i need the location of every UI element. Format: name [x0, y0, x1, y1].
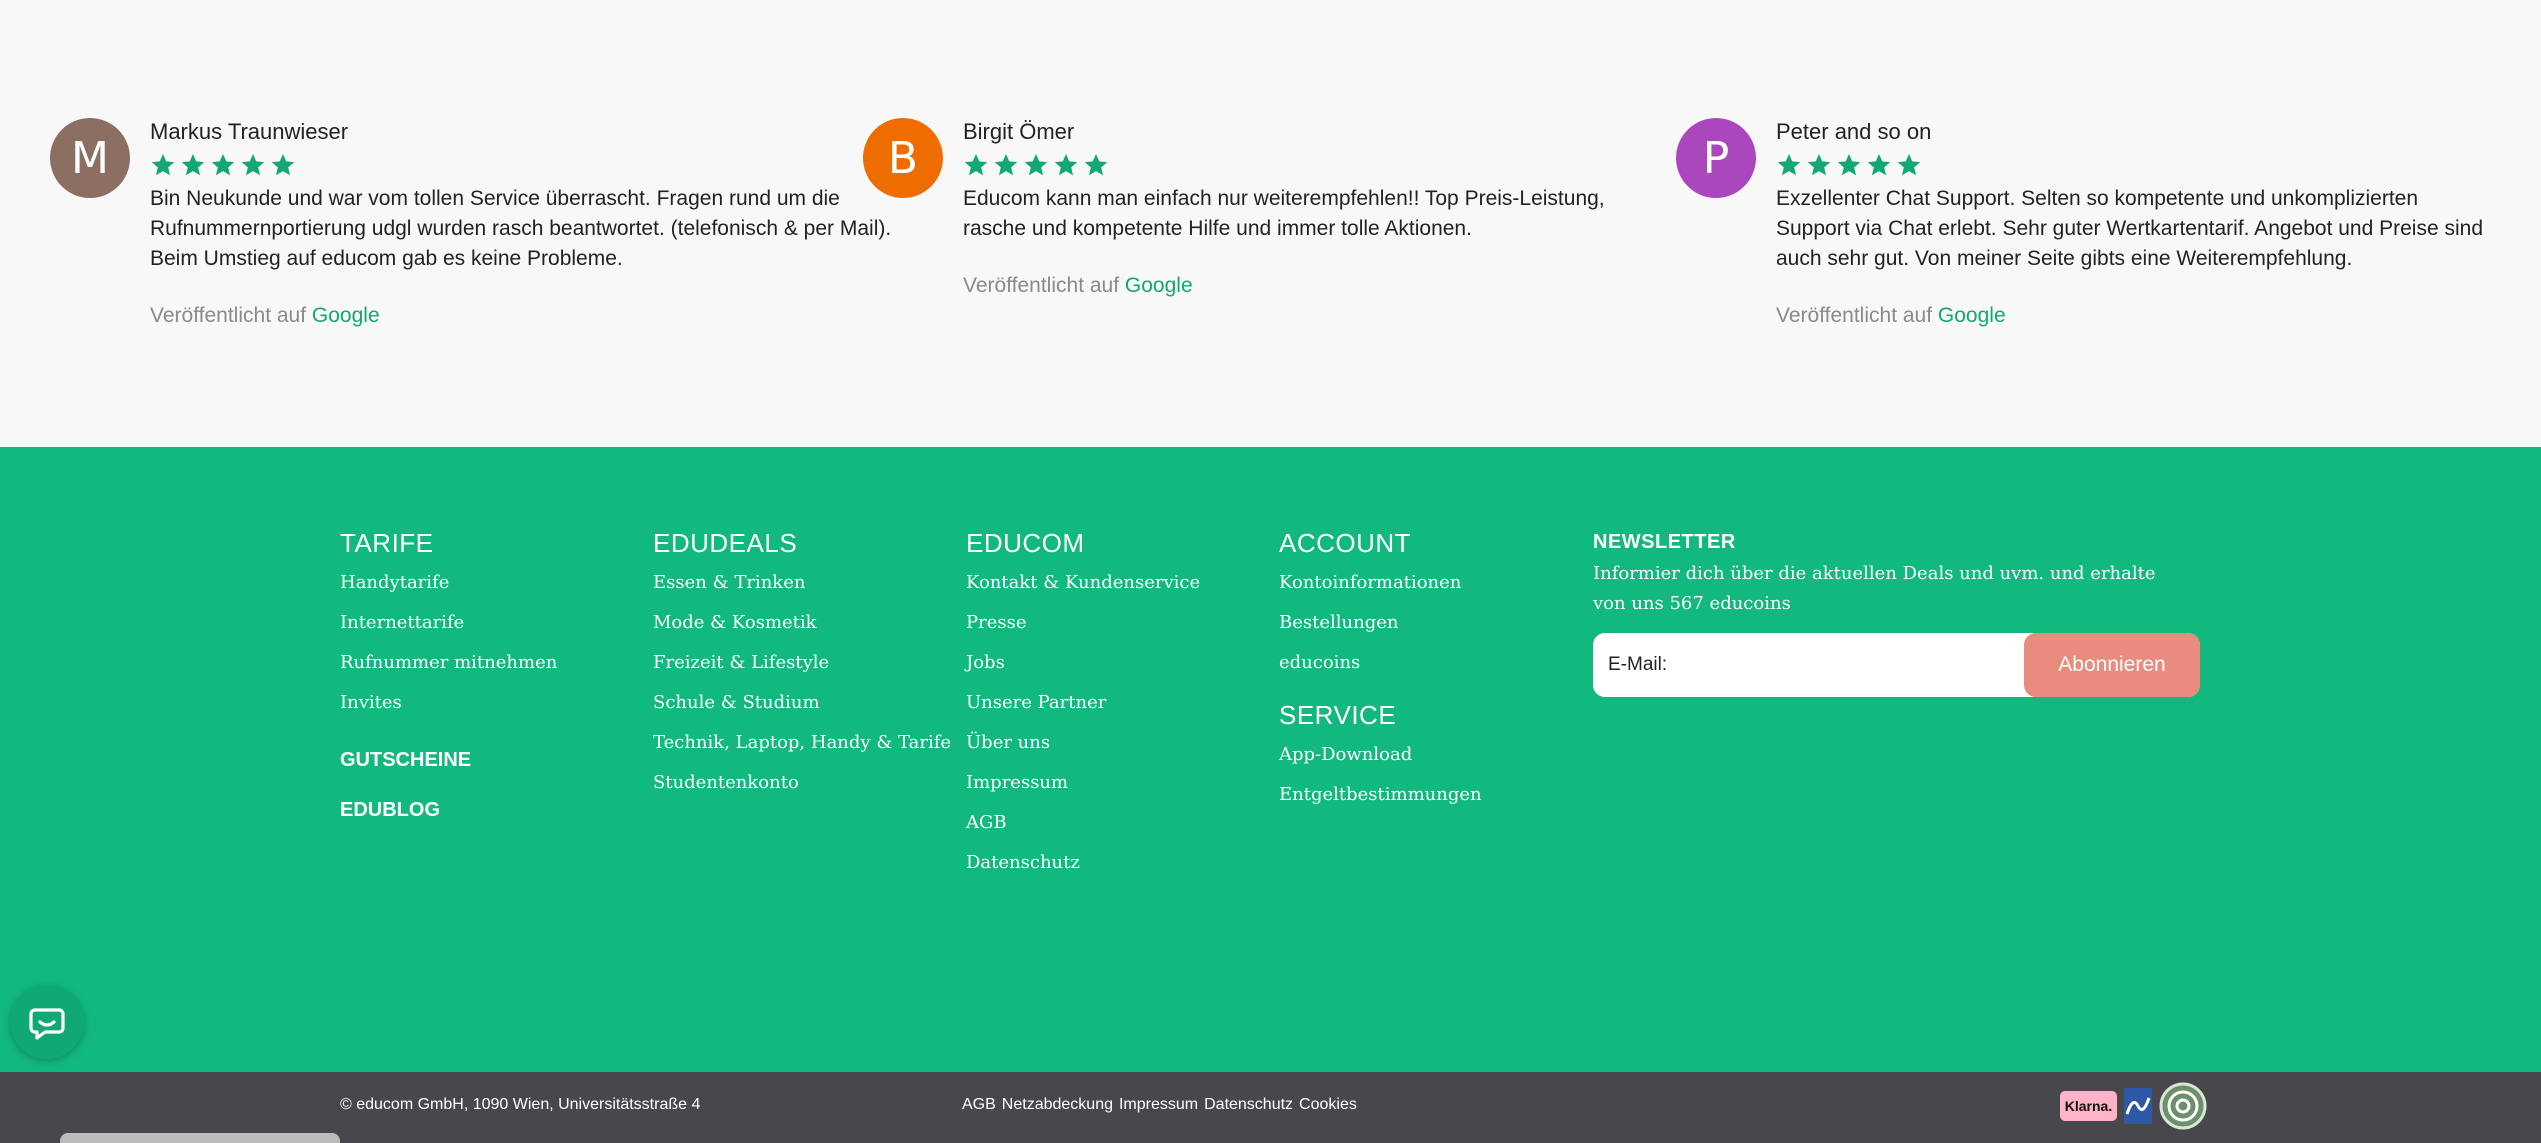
- footer-link-entgeltbestimmungen[interactable]: Entgeltbestimmungen: [1279, 775, 1482, 815]
- footer-link-studentenkonto[interactable]: Studentenkonto: [653, 763, 951, 803]
- newsletter-block: NEWSLETTER Informier dich über die aktue…: [1593, 527, 2203, 697]
- review-text: Bin Neukunde und war vom tollen Service …: [150, 187, 892, 270]
- footer-link-rufnummer-mitnehmen[interactable]: Rufnummer mitnehmen: [340, 643, 557, 683]
- footer-link-mode-kosmetik[interactable]: Mode & Kosmetik: [653, 603, 951, 643]
- legal-links: AGB Netzabdeckung Impressum Datenschutz …: [962, 1096, 1357, 1114]
- footer-heading: EDUCOM: [966, 528, 1085, 558]
- footer-col-tarife: TARIFE Handytarife Internettarife Rufnum…: [340, 527, 557, 825]
- rating-stars: [1776, 150, 2536, 180]
- footer-col-educom: EDUCOM Kontakt & Kundenservice Presse Jo…: [966, 527, 1200, 883]
- published-note: Veröffentlicht auf Google: [963, 274, 1193, 297]
- footer-col-account: ACCOUNT Kontoinformationen Bestellungen …: [1279, 527, 1482, 815]
- footer-link-jobs[interactable]: Jobs: [966, 643, 1200, 683]
- footer-link-edublog[interactable]: EDUBLOG: [340, 795, 557, 825]
- bottom-link-datenschutz[interactable]: Datenschutz: [1204, 1096, 1293, 1114]
- ecg-seal-icon: [2124, 1088, 2152, 1124]
- reviews-section: M Markus Traunwieser Bin Neukunde und wa…: [0, 0, 2541, 447]
- star-icon: [271, 153, 295, 176]
- star-icon: [1777, 153, 1801, 176]
- chat-bubble-icon: [29, 1008, 65, 1040]
- star-icon: [1837, 153, 1861, 176]
- payment-badges: Klarna.: [2060, 1082, 2207, 1130]
- footer-link-educoins[interactable]: educoins: [1279, 643, 1482, 683]
- cookie-tab[interactable]: [60, 1133, 340, 1143]
- reviewer-name: Peter and so on: [1776, 119, 1932, 144]
- footer-link-kontoinformationen[interactable]: Kontoinformationen: [1279, 563, 1482, 603]
- footer-heading: ACCOUNT: [1279, 528, 1412, 558]
- google-link[interactable]: Google: [312, 304, 380, 327]
- bottom-link-cookies[interactable]: Cookies: [1299, 1096, 1357, 1114]
- google-link[interactable]: Google: [1125, 274, 1193, 297]
- star-icon: [1084, 153, 1108, 176]
- star-icon: [181, 153, 205, 176]
- copyright-text: © educom GmbH, 1090 Wien, Universitätsst…: [340, 1096, 701, 1113]
- newsletter-text: Informier dich über die aktuellen Deals …: [1593, 563, 2156, 614]
- footer-heading: TARIFE: [340, 528, 434, 558]
- footer-heading: SERVICE: [1279, 700, 1397, 730]
- newsletter-form: Abonnieren: [1593, 633, 2200, 697]
- star-icon: [211, 153, 235, 176]
- avatar: M: [50, 118, 130, 198]
- star-icon: [1807, 153, 1831, 176]
- rating-stars: [150, 150, 910, 180]
- footer-link-bestellungen[interactable]: Bestellungen: [1279, 603, 1482, 643]
- klarna-logo: Klarna.: [2060, 1091, 2117, 1121]
- footer-link-partner[interactable]: Unsere Partner: [966, 683, 1200, 723]
- reviewer-name: Markus Traunwieser: [150, 119, 349, 144]
- review-text: Educom kann man einfach nur weiterempfeh…: [963, 187, 1605, 240]
- footer-link-presse[interactable]: Presse: [966, 603, 1200, 643]
- footer-link-ueber-uns[interactable]: Über uns: [966, 723, 1200, 763]
- footer-link-essen-trinken[interactable]: Essen & Trinken: [653, 563, 951, 603]
- footer-link-freizeit-lifestyle[interactable]: Freizeit & Lifestyle: [653, 643, 951, 683]
- email-field[interactable]: [1593, 633, 2023, 697]
- footer-link-kontakt[interactable]: Kontakt & Kundenservice: [966, 563, 1200, 603]
- site-footer: TARIFE Handytarife Internettarife Rufnum…: [0, 447, 2541, 1072]
- published-note: Veröffentlicht auf Google: [150, 304, 380, 327]
- certification-seal-icon: [2159, 1082, 2207, 1130]
- star-icon: [151, 153, 175, 176]
- bottom-link-impressum[interactable]: Impressum: [1119, 1096, 1198, 1114]
- star-icon: [1054, 153, 1078, 176]
- footer-col-edudeals: EDUDEALS Essen & Trinken Mode & Kosmetik…: [653, 527, 951, 803]
- rating-stars: [963, 150, 1723, 180]
- footer-heading: EDUDEALS: [653, 528, 798, 558]
- footer-link-schule-studium[interactable]: Schule & Studium: [653, 683, 951, 723]
- star-icon: [1024, 153, 1048, 176]
- footer-link-handytarife[interactable]: Handytarife: [340, 563, 557, 603]
- footer-link-agb[interactable]: AGB: [966, 803, 1200, 843]
- subscribe-button[interactable]: Abonnieren: [2024, 633, 2200, 697]
- footer-link-datenschutz[interactable]: Datenschutz: [966, 843, 1200, 883]
- footer-link-technik[interactable]: Technik, Laptop, Handy & Tarife: [653, 723, 951, 763]
- bottom-link-netzabdeckung[interactable]: Netzabdeckung: [1002, 1096, 1113, 1114]
- footer-link-impressum[interactable]: Impressum: [966, 763, 1200, 803]
- bottom-link-agb[interactable]: AGB: [962, 1096, 996, 1114]
- star-icon: [241, 153, 265, 176]
- review-text: Exzellenter Chat Support. Selten so komp…: [1776, 187, 2484, 270]
- star-icon: [964, 153, 988, 176]
- footer-link-internettarife[interactable]: Internettarife: [340, 603, 557, 643]
- footer-link-invites[interactable]: Invites: [340, 683, 557, 723]
- footer-link-app-download[interactable]: App-Download: [1279, 735, 1482, 775]
- avatar: B: [863, 118, 943, 198]
- bottom-bar: © educom GmbH, 1090 Wien, Universitätsst…: [0, 1072, 2541, 1143]
- chat-button[interactable]: [10, 985, 84, 1059]
- star-icon: [1897, 153, 1921, 176]
- footer-link-gutscheine[interactable]: GUTSCHEINE: [340, 745, 557, 775]
- star-icon: [994, 153, 1018, 176]
- google-link[interactable]: Google: [1938, 304, 2006, 327]
- published-note: Veröffentlicht auf Google: [1776, 304, 2006, 327]
- newsletter-heading: NEWSLETTER: [1593, 531, 1736, 553]
- reviewer-name: Birgit Ömer: [963, 119, 1075, 144]
- star-icon: [1867, 153, 1891, 176]
- avatar: P: [1676, 118, 1756, 198]
